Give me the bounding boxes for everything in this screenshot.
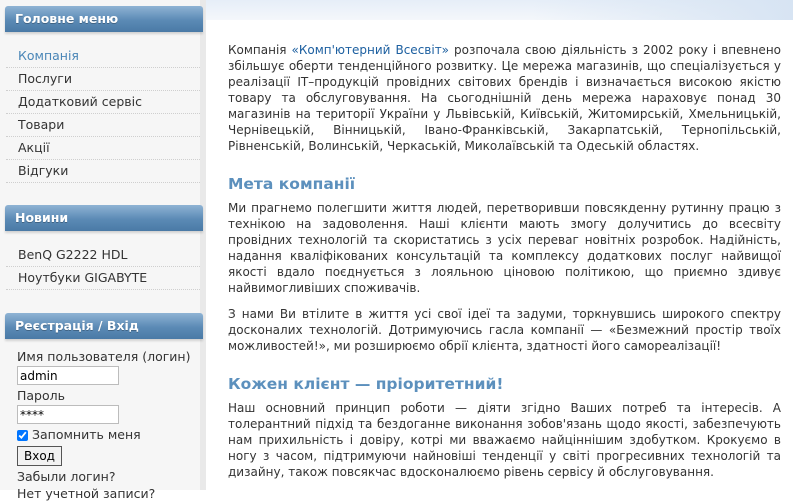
section-heading-mission: Мета компанії bbox=[228, 175, 356, 193]
remember-checkbox[interactable] bbox=[17, 429, 28, 441]
intro-after: розпочала свою діяльність з 2002 року і … bbox=[228, 43, 781, 153]
mission-paragraph-1: Ми прагнемо полегшити життя людей, перет… bbox=[228, 201, 781, 295]
header-gradient bbox=[533, 0, 793, 20]
news-list: BenQ G2222 HDL Ноутбуки GIGABYTE bbox=[6, 244, 200, 290]
menu-item-company[interactable]: Компанія bbox=[6, 45, 200, 68]
news-title: Новини bbox=[15, 210, 69, 225]
news-item[interactable]: BenQ G2222 HDL bbox=[6, 244, 200, 267]
intro-paragraph: Компанія «Комп'ютерний Всесвіт» розпочал… bbox=[228, 42, 781, 154]
register-link[interactable]: Нет учетной записи? bbox=[17, 485, 202, 502]
username-input[interactable] bbox=[17, 366, 119, 385]
remember-label: Запомнить меня bbox=[32, 427, 141, 442]
login-title: Реєстрація / Вхід bbox=[15, 318, 139, 333]
client-paragraph: Наш основний принцип роботи — діяти згід… bbox=[228, 401, 781, 479]
password-label: Пароль bbox=[17, 388, 65, 403]
menu-item-services[interactable]: Послуги bbox=[6, 68, 200, 91]
menu-item-promotions[interactable]: Акції bbox=[6, 137, 200, 160]
sidebar: Головне меню Компанія Послуги Додатковий… bbox=[0, 0, 206, 501]
intro-before: Компанія bbox=[228, 43, 292, 57]
main-menu-header: Головне меню bbox=[5, 6, 203, 32]
menu-item-reviews[interactable]: Відгуки bbox=[6, 160, 200, 183]
mission-paragraph-2: З нами Ви втілите в життя усі свої ідеї … bbox=[228, 307, 781, 353]
remember-row: Запомнить меня bbox=[17, 426, 202, 444]
login-button[interactable]: Вход bbox=[17, 446, 62, 466]
section-heading-client: Кожен клієнт — пріоритетний! bbox=[228, 375, 504, 393]
main-menu: Компанія Послуги Додатковий сервіс Товар… bbox=[6, 45, 200, 183]
login-header: Реєстрація / Вхід bbox=[5, 313, 203, 339]
login-form: Имя пользователя (логин) Пароль Запомнит… bbox=[17, 348, 202, 502]
menu-item-products[interactable]: Товари bbox=[6, 114, 200, 137]
password-input[interactable] bbox=[17, 405, 119, 424]
news-header: Новини bbox=[5, 205, 203, 231]
forgot-login-link[interactable]: Забыли логин? bbox=[17, 468, 202, 485]
username-label: Имя пользователя (логин) bbox=[17, 349, 191, 364]
news-item[interactable]: Ноутбуки GIGABYTE bbox=[6, 267, 200, 290]
menu-item-extra-service[interactable]: Додатковий сервіс bbox=[6, 91, 200, 114]
main-content: Компанія «Комп'ютерний Всесвіт» розпочал… bbox=[228, 42, 781, 490]
company-name-link[interactable]: «Комп'ютерний Всесвіт» bbox=[292, 43, 450, 57]
main-menu-title: Головне меню bbox=[15, 11, 119, 26]
